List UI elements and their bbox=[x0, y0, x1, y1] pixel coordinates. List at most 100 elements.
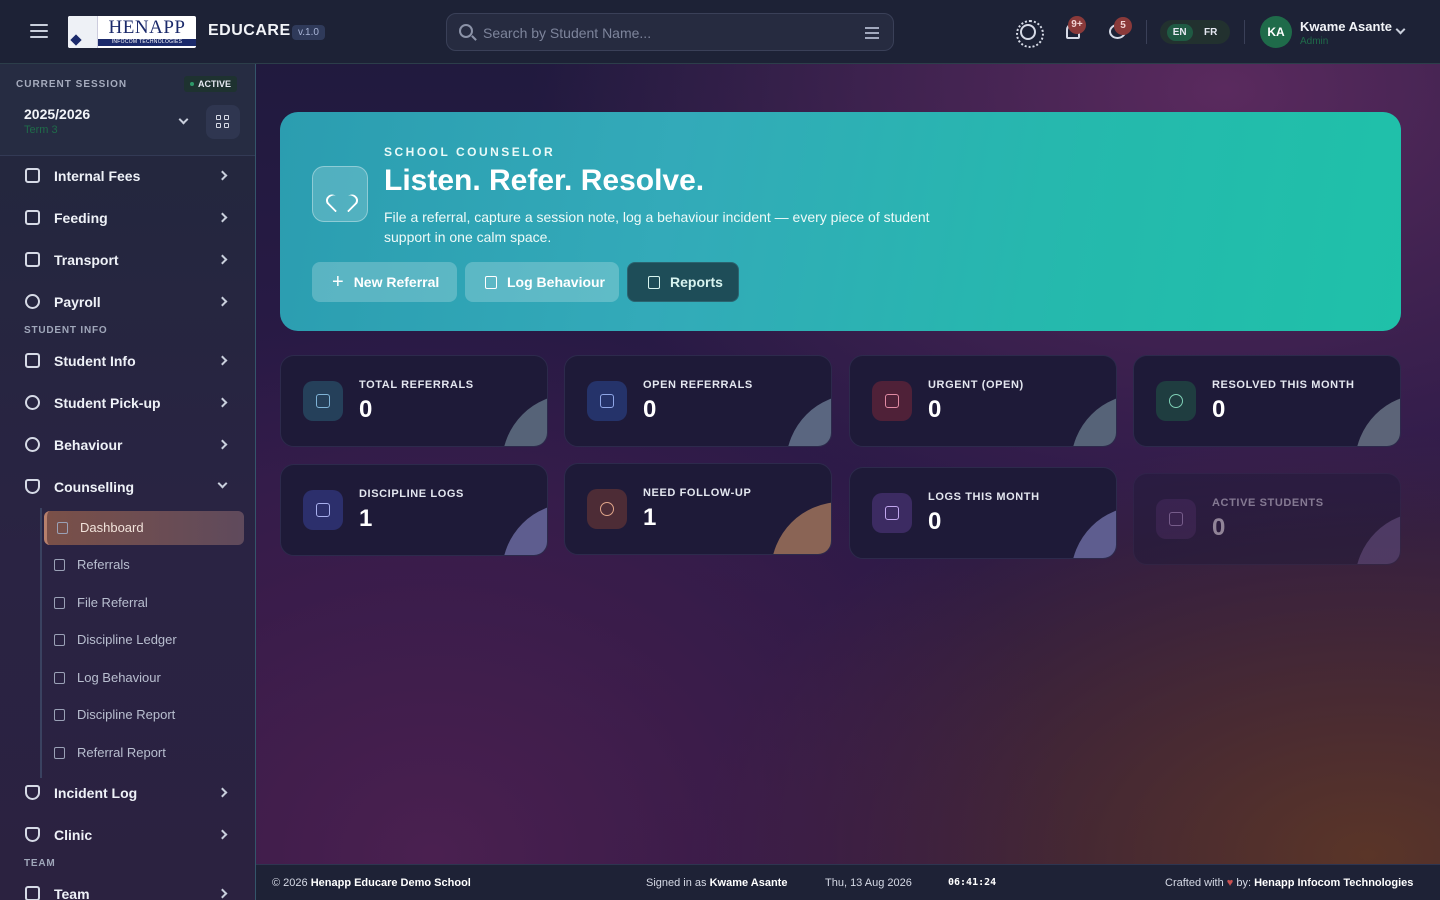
session-dropdown-icon[interactable] bbox=[178, 114, 189, 125]
check-circle-icon bbox=[1156, 381, 1196, 421]
card-decoration bbox=[502, 394, 547, 446]
submenu-guide bbox=[40, 508, 42, 778]
section-label-student-info: STUDENT INFO bbox=[24, 325, 108, 336]
chevron-right-icon bbox=[217, 296, 228, 307]
sidebar-item-team[interactable]: Team bbox=[0, 876, 255, 900]
shield-icon bbox=[25, 827, 40, 842]
submenu-discipline-ledger[interactable]: Discipline Ledger bbox=[44, 623, 244, 657]
stat-card-logs-this-month[interactable]: LOGS THIS MONTH 0 bbox=[849, 467, 1117, 559]
sidebar-item-internal-fees[interactable]: Internal Fees bbox=[0, 158, 255, 194]
document-icon bbox=[587, 381, 627, 421]
top-bar: HENAPP INFOCOM TECHNOLOGIES EDUCARE v.1.… bbox=[0, 0, 1440, 64]
chevron-down-icon[interactable] bbox=[1395, 24, 1406, 35]
stat-card-resolved-this-month[interactable]: RESOLVED THIS MONTH 0 bbox=[1133, 355, 1401, 447]
avatar[interactable]: KA bbox=[1260, 16, 1292, 48]
card-decoration bbox=[771, 502, 831, 554]
card-decoration bbox=[1071, 394, 1116, 446]
chevron-right-icon bbox=[217, 170, 228, 181]
footer: © 2026 Henapp Educare Demo School Signed… bbox=[256, 864, 1440, 900]
submenu-file-referral[interactable]: File Referral bbox=[44, 586, 244, 620]
chevron-down-icon bbox=[217, 478, 228, 489]
user-role: Admin bbox=[1300, 36, 1329, 47]
submenu-discipline-report[interactable]: Discipline Report bbox=[44, 698, 244, 732]
bar-chart-icon bbox=[54, 747, 65, 759]
heart-icon bbox=[332, 187, 350, 203]
chevron-right-icon bbox=[217, 397, 228, 408]
bus-icon bbox=[25, 252, 40, 267]
stat-card-open-referrals[interactable]: OPEN REFERRALS 0 bbox=[564, 355, 832, 447]
users-icon bbox=[1156, 499, 1196, 539]
app-title: EDUCARE bbox=[208, 22, 291, 39]
submenu-log-behaviour[interactable]: Log Behaviour bbox=[44, 661, 244, 695]
sidebar-item-counselling[interactable]: Counselling bbox=[0, 469, 255, 505]
apps-grid-button[interactable] bbox=[206, 105, 240, 139]
sidebar-item-incident-log[interactable]: Incident Log bbox=[0, 775, 255, 811]
stat-card-active-students[interactable]: ACTIVE STUDENTS 0 bbox=[1133, 473, 1401, 565]
stat-card-discipline-logs[interactable]: DISCIPLINE LOGS 1 bbox=[280, 464, 548, 556]
hero-title: Listen. Refer. Resolve. bbox=[384, 164, 705, 197]
log-behaviour-button[interactable]: Log Behaviour bbox=[465, 262, 619, 302]
search-input[interactable] bbox=[483, 22, 853, 44]
section-label-team: TEAM bbox=[24, 858, 56, 869]
new-referral-button[interactable]: + New Referral bbox=[312, 262, 457, 302]
search-icon bbox=[459, 24, 473, 38]
hero-banner: SCHOOL COUNSELOR Listen. Refer. Resolve.… bbox=[280, 112, 1401, 331]
logo-subtext: INFOCOM TECHNOLOGIES bbox=[98, 39, 196, 46]
session-term: Term 3 bbox=[24, 124, 58, 136]
submenu-dashboard[interactable]: Dashboard bbox=[44, 511, 244, 545]
lang-en-button[interactable]: EN bbox=[1166, 23, 1193, 41]
report-icon bbox=[648, 275, 660, 289]
card-decoration bbox=[1071, 506, 1116, 558]
divider bbox=[1244, 20, 1245, 44]
stat-card-total-referrals[interactable]: TOTAL REFERRALS 0 bbox=[280, 355, 548, 447]
document-icon bbox=[54, 634, 65, 646]
sidebar-item-feeding[interactable]: Feeding bbox=[0, 200, 255, 236]
card-decoration bbox=[502, 503, 547, 555]
cart-icon bbox=[25, 210, 40, 225]
clipboard-icon bbox=[54, 559, 65, 571]
shield-icon bbox=[25, 785, 40, 800]
users-icon bbox=[25, 886, 40, 900]
sidebar-item-behaviour[interactable]: Behaviour bbox=[0, 427, 255, 463]
menu-icon[interactable] bbox=[30, 24, 48, 40]
clock-icon bbox=[587, 489, 627, 529]
document-icon bbox=[485, 275, 497, 289]
user-icon bbox=[25, 395, 40, 410]
session-year[interactable]: 2025/2026 bbox=[24, 106, 90, 122]
chevron-right-icon bbox=[217, 888, 228, 899]
filter-icon[interactable] bbox=[865, 27, 879, 39]
user-name[interactable]: Kwame Asante bbox=[1300, 19, 1392, 34]
reports-button[interactable]: Reports bbox=[627, 262, 739, 302]
footer-date: Thu, 13 Aug 2026 bbox=[825, 877, 912, 889]
fees-icon bbox=[25, 168, 40, 183]
archive-icon bbox=[303, 490, 343, 530]
card-decoration bbox=[1355, 512, 1400, 564]
submenu-referral-report[interactable]: Referral Report bbox=[44, 736, 244, 770]
lang-fr-button[interactable]: FR bbox=[1198, 24, 1223, 41]
stat-card-urgent-open[interactable]: URGENT (OPEN) 0 bbox=[849, 355, 1117, 447]
submenu-referrals[interactable]: Referrals bbox=[44, 548, 244, 582]
hero-eyebrow: SCHOOL COUNSELOR bbox=[384, 145, 556, 159]
hero-description: File a referral, capture a session note,… bbox=[384, 209, 930, 245]
check-circle-icon bbox=[25, 437, 40, 452]
sidebar-item-clinic[interactable]: Clinic bbox=[0, 817, 255, 853]
theme-toggle-icon[interactable] bbox=[1016, 20, 1044, 48]
footer-signed-in: Signed in as Kwame Asante bbox=[646, 877, 788, 889]
footer-credits: Crafted with ♥ by: Henapp Infocom Techno… bbox=[1165, 877, 1414, 889]
divider bbox=[1146, 20, 1147, 44]
sidebar-item-student-pickup[interactable]: Student Pick-up bbox=[0, 385, 255, 421]
footer-copyright: © 2026 Henapp Educare Demo School bbox=[272, 877, 471, 889]
chevron-right-icon bbox=[217, 829, 228, 840]
logo-mark bbox=[68, 16, 98, 48]
card-decoration bbox=[786, 394, 831, 446]
warning-icon bbox=[872, 381, 912, 421]
sidebar-item-transport[interactable]: Transport bbox=[0, 242, 255, 278]
chevron-right-icon bbox=[217, 254, 228, 265]
sidebar-item-student-info[interactable]: Student Info bbox=[0, 343, 255, 379]
heart-icon-tile bbox=[312, 166, 368, 222]
company-logo: HENAPP INFOCOM TECHNOLOGIES bbox=[68, 16, 196, 48]
sidebar-item-payroll[interactable]: Payroll bbox=[0, 284, 255, 320]
card-decoration bbox=[1355, 394, 1400, 446]
stat-card-need-follow-up[interactable]: NEED FOLLOW-UP 1 bbox=[564, 463, 832, 555]
heart-icon: ♥ bbox=[1226, 877, 1234, 889]
